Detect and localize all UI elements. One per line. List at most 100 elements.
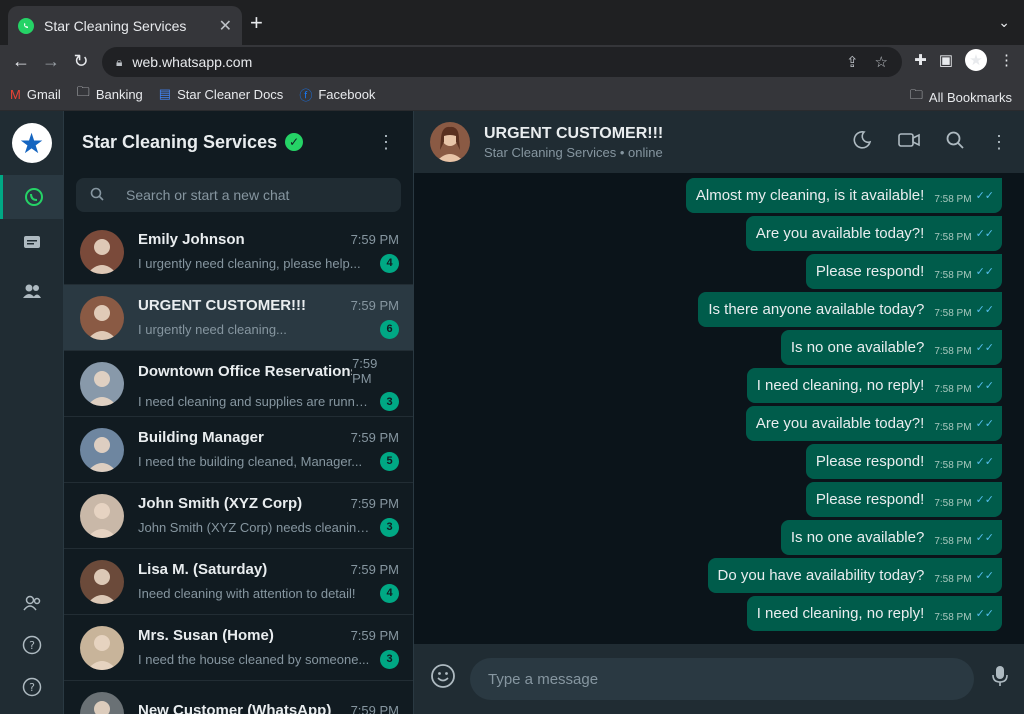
unread-badge: 6 xyxy=(380,319,399,339)
double-check-icon: ✓✓ xyxy=(975,418,994,430)
message-bubble[interactable]: Is there anyone available today? 7:58 PM ✓… xyxy=(698,292,1002,327)
search-box[interactable] xyxy=(76,178,401,212)
all-bookmarks-button[interactable]: 🗀 All Bookmarks xyxy=(910,86,1012,108)
chat-list-item[interactable]: Downtown Office Reservations 7:59 PM I nee… xyxy=(64,351,413,417)
message-input[interactable] xyxy=(470,658,974,700)
chat-list-item[interactable]: New Customer (WhatsApp) 7:59 PM xyxy=(64,681,413,714)
bookmark-facebook[interactable]: ⓕ Facebook xyxy=(299,85,375,104)
contacts-icon[interactable] xyxy=(0,581,64,625)
forward-icon[interactable]: → xyxy=(36,51,66,72)
reload-icon[interactable]: ↻ xyxy=(66,51,96,72)
message-bubble[interactable]: Please respond! 7:58 PM ✓✓ xyxy=(805,482,1002,517)
more-vert-icon[interactable]: ⋮ xyxy=(999,51,1014,69)
search-input[interactable] xyxy=(126,187,387,203)
emoji-icon[interactable] xyxy=(430,663,456,695)
chat-time: 7:59 PM xyxy=(350,231,399,247)
side-panel-icon[interactable]: ▣ xyxy=(939,51,953,69)
message-time: 7:58 PM xyxy=(934,422,972,433)
chat-list-item[interactable]: Building Manager 7:59 PM I need the buildi… xyxy=(64,417,413,483)
message-bubble[interactable]: Please respond! 7:58 PM ✓✓ xyxy=(805,444,1002,479)
extensions-icon[interactable]: ✚ xyxy=(914,51,927,69)
new-tab-icon[interactable]: + xyxy=(250,12,263,34)
message-text: Do you have availability today? xyxy=(717,567,925,584)
profile-avatar[interactable]: ★ xyxy=(965,49,987,71)
microphone-icon[interactable] xyxy=(992,665,1008,693)
folder-icon: 🗀 xyxy=(76,84,90,99)
message-text: Please respond! xyxy=(815,453,925,470)
avatar xyxy=(80,691,124,714)
video-call-icon[interactable] xyxy=(898,132,920,153)
conversation-header[interactable]: URGENT CUSTOMER!!! Star Cleaning Service… xyxy=(414,111,1024,173)
chat-sidebar: Star Cleaning Services ✓ ⋮ Emily Johnson… xyxy=(64,111,414,714)
message-time: 7:58 PM xyxy=(934,498,972,509)
avatar xyxy=(80,625,124,670)
message-text: I need cleaning, no reply! xyxy=(756,605,925,622)
unread-badge: 3 xyxy=(380,392,399,411)
double-check-icon: ✓✓ xyxy=(975,342,994,354)
avatar[interactable] xyxy=(430,122,470,162)
message-bubble[interactable]: Are you available today?! 7:58 PM ✓✓ xyxy=(745,216,1002,251)
star-icon[interactable]: ☆ xyxy=(875,53,888,71)
bookmark-gmail[interactable]: M Gmail xyxy=(10,87,61,102)
bookmark-banking[interactable]: 🗀 Banking xyxy=(77,83,143,105)
chat-preview: John Smith (XYZ Corp) needs cleaning... xyxy=(138,519,370,535)
close-tab-icon[interactable]: ✕ xyxy=(219,16,232,36)
conversation-name: URGENT CUSTOMER!!! xyxy=(484,124,664,142)
chats-icon[interactable] xyxy=(0,175,64,219)
whatsapp-app: ★ ? ? Star Cleaning Services ✓ ⋮ Search … xyxy=(0,111,1024,714)
message-bubble[interactable]: Is no one available? 7:58 PM ✓✓ xyxy=(780,330,1002,365)
chevron-down-icon[interactable]: ⌄ xyxy=(998,14,1010,31)
chat-list-item[interactable]: Mrs. Susan (Home) 7:59 PM I need the house… xyxy=(64,615,413,681)
chat-list-item[interactable]: Emily Johnson 7:59 PM I urgently need clea… xyxy=(64,219,413,285)
unread-badge: 5 xyxy=(380,451,399,471)
browser-tab[interactable]: Star Cleaning Services ✕ xyxy=(8,6,242,45)
browser-tab-bar: Star Cleaning Services ✕ + ⌄ xyxy=(0,0,1024,45)
avatar xyxy=(80,361,124,406)
more-vert-icon[interactable]: ⋮ xyxy=(377,132,395,153)
message-text: I need cleaning, no reply! xyxy=(756,377,925,394)
chat-list-item[interactable]: Lisa M. (Saturday) 7:59 PM Ineed cleaning … xyxy=(64,549,413,615)
help-icon[interactable]: ? xyxy=(0,623,64,667)
chat-preview: I urgently need cleaning... xyxy=(138,321,287,337)
back-icon[interactable]: ← xyxy=(6,51,36,72)
chat-name: URGENT CUSTOMER!!! xyxy=(138,296,307,314)
message-bubble[interactable]: Please respond! 7:58 PM ✓✓ xyxy=(805,254,1002,289)
message-time: 7:58 PM xyxy=(934,574,972,585)
disappearing-messages-icon[interactable] xyxy=(852,130,872,155)
double-check-icon: ✓✓ xyxy=(975,266,994,278)
message-bubble[interactable]: Is no one available? 7:58 PM ✓✓ xyxy=(780,520,1002,555)
chat-preview: I urgently need cleaning, please help... xyxy=(138,255,361,271)
avatar xyxy=(80,229,124,274)
chat-time: 7:59 PM xyxy=(352,356,378,386)
message-bubble[interactable]: Do you have availability today? 7:58 PM ✓✓ xyxy=(707,558,1002,593)
chat-list-item[interactable]: URGENT CUSTOMER!!! 7:59 PM I urgently need… xyxy=(64,285,413,351)
share-icon[interactable]: ⇪ xyxy=(846,53,859,71)
tab-title: Star Cleaning Services xyxy=(44,17,187,34)
status-icon[interactable] xyxy=(0,221,64,265)
message-bubble[interactable]: I need cleaning, no reply! 7:58 PM ✓✓ xyxy=(746,368,1002,403)
message-bubble[interactable]: Are you available today?! 7:58 PM ✓✓ xyxy=(745,406,1002,441)
chat-list: Emily Johnson 7:59 PM I urgently need clea… xyxy=(64,219,413,714)
bookmark-star-cleaner-docs[interactable]: ▤ Star Cleaner Docs xyxy=(159,86,284,102)
chat-name: Mrs. Susan (Home) xyxy=(138,626,274,644)
conversation-panel: URGENT CUSTOMER!!! Star Cleaning Service… xyxy=(414,111,1024,714)
message-text: Please respond! xyxy=(815,491,925,508)
url-text: web.whatsapp.com xyxy=(132,54,253,70)
help-icon[interactable]: ? xyxy=(0,665,64,709)
avatar xyxy=(80,493,124,538)
chat-name: Lisa M. (Saturday) xyxy=(138,560,268,578)
facebook-icon: ⓕ xyxy=(299,87,313,103)
chat-name: Emily Johnson xyxy=(138,230,245,248)
more-vert-icon[interactable]: ⋮ xyxy=(990,132,1008,153)
unread-badge: 3 xyxy=(380,517,399,537)
search-icon[interactable] xyxy=(946,131,964,154)
avatar xyxy=(80,427,124,472)
message-bubble[interactable]: Almost my cleaning, is it available! 7:58… xyxy=(685,178,1002,213)
message-bubble[interactable]: I need cleaning, no reply! 7:58 PM ✓✓ xyxy=(746,596,1002,631)
unread-badge: 3 xyxy=(380,649,399,669)
business-logo[interactable]: ★ xyxy=(11,123,52,163)
communities-icon[interactable] xyxy=(0,269,64,313)
chat-list-item[interactable]: John Smith (XYZ Corp) 7:59 PM John Smith (… xyxy=(64,483,413,549)
address-bar[interactable]: 🔒︎ web.whatsapp.com ⇪ ☆ xyxy=(102,47,902,77)
chat-time: 7:59 PM xyxy=(350,561,399,577)
